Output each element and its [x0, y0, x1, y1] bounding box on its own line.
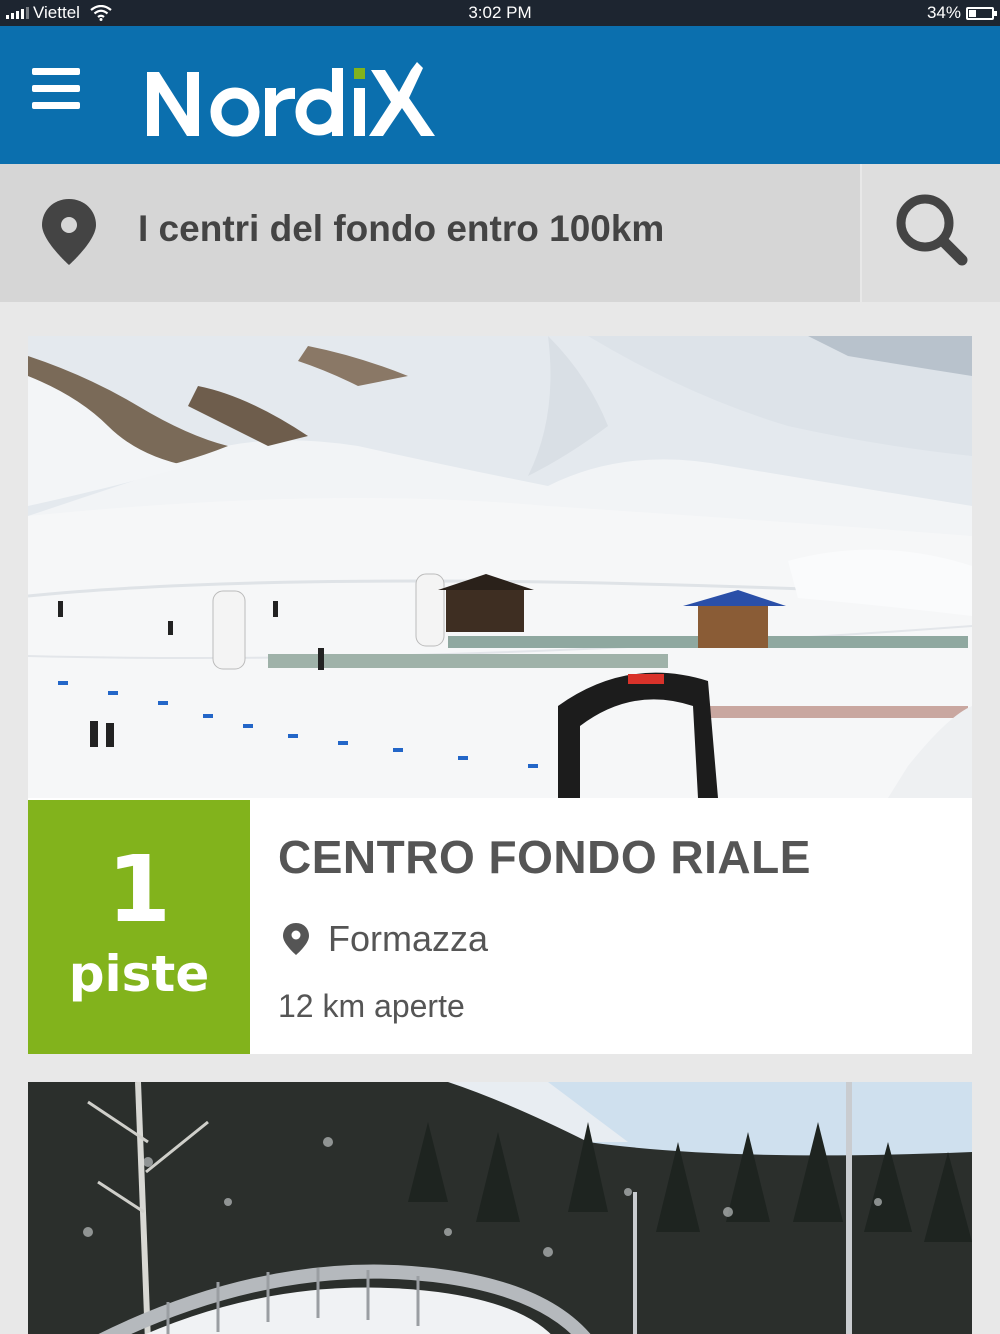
battery-percent: 34%	[926, 3, 961, 22]
logo-graphic	[147, 62, 435, 137]
clock: 3:02 PM	[468, 3, 532, 22]
battery-indicator: 34%	[926, 3, 997, 23]
open-km: 12 km aperte	[278, 988, 465, 1024]
search-description: I centri del fondo entro 100km	[138, 208, 665, 249]
status-bar: Viettel 3:02 PM 34%	[0, 0, 1000, 26]
search-icon	[896, 194, 968, 266]
pistes-badge: 1 piste	[28, 800, 250, 1054]
ski-center-card[interactable]	[28, 1082, 972, 1334]
location-search-bar[interactable]: I centri del fondo entro 100km	[0, 164, 860, 302]
hamburger-menu-icon	[32, 68, 80, 75]
app-header	[0, 26, 1000, 164]
search-button[interactable]	[862, 164, 1000, 302]
map-pin-icon	[42, 199, 96, 265]
location-name: Formazza	[328, 918, 489, 959]
ski-center-photo	[28, 336, 972, 798]
nordix-logo[interactable]	[143, 54, 443, 144]
ski-center-card[interactable]: 1 piste CENTRO FONDO RIALE Formazza 12 k…	[28, 336, 972, 1054]
battery-icon	[966, 6, 997, 20]
ski-center-name: CENTRO FONDO RIALE	[278, 831, 811, 883]
hamburger-line	[32, 102, 80, 109]
pistes-count: 1	[106, 836, 171, 943]
map-pin-icon	[283, 923, 309, 955]
pistes-label: piste	[68, 945, 210, 1003]
ski-center-photo	[28, 1082, 972, 1334]
menu-button[interactable]	[32, 68, 82, 110]
hamburger-line	[32, 85, 80, 92]
location-row: Formazza	[282, 918, 488, 960]
